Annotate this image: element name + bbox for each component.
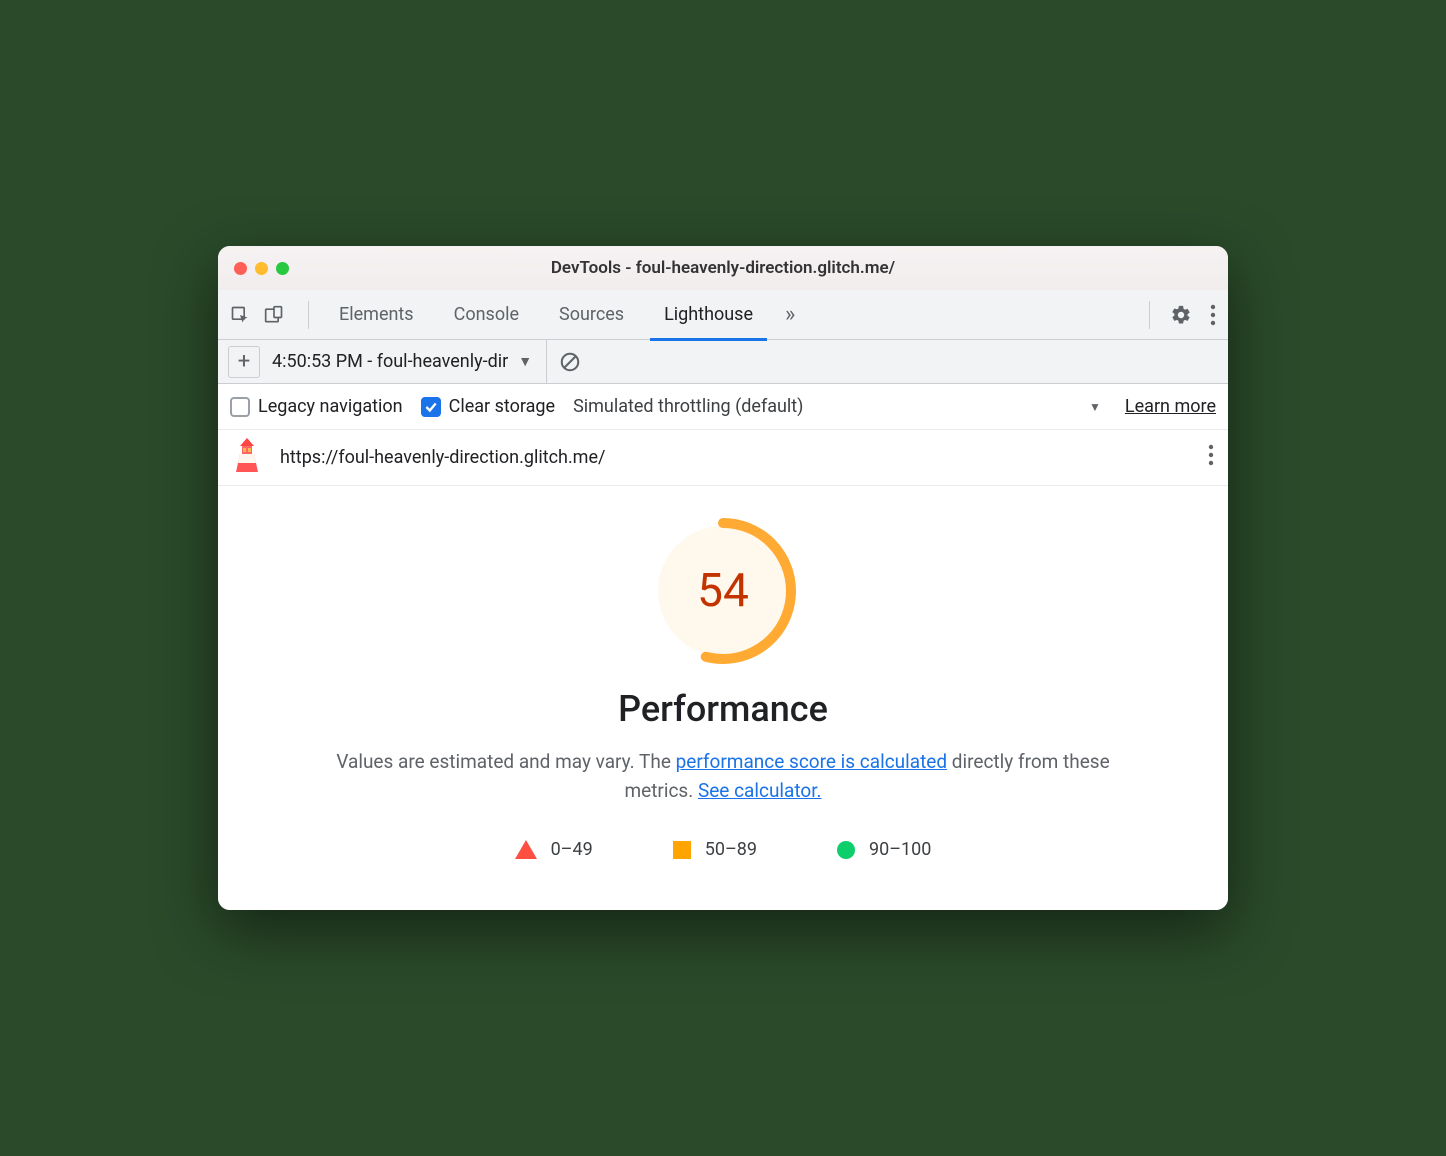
tab-console[interactable]: Console bbox=[434, 290, 539, 340]
chevron-down-icon: ▼ bbox=[518, 353, 532, 370]
legacy-navigation-label: Legacy navigation bbox=[258, 396, 403, 417]
devtools-tabbar: Elements Console Sources Lighthouse » bbox=[218, 290, 1228, 340]
see-calculator-link[interactable]: See calculator. bbox=[698, 779, 822, 802]
chevron-down-icon[interactable]: ▼ bbox=[1089, 400, 1101, 414]
legacy-navigation-option[interactable]: Legacy navigation bbox=[230, 396, 403, 417]
learn-more-link[interactable]: Learn more bbox=[1125, 396, 1216, 417]
tab-elements[interactable]: Elements bbox=[319, 290, 434, 340]
new-report-button[interactable]: + bbox=[228, 346, 260, 378]
traffic-lights bbox=[234, 262, 289, 275]
triangle-icon bbox=[515, 840, 537, 859]
report-toolbar: + 4:50:53 PM - foul-heavenly-dir ▼ bbox=[218, 340, 1228, 384]
window-title: DevTools - foul-heavenly-direction.glitc… bbox=[551, 258, 895, 278]
tab-lighthouse[interactable]: Lighthouse bbox=[644, 290, 773, 340]
lighthouse-options: Legacy navigation Clear storage Simulate… bbox=[218, 384, 1228, 430]
lighthouse-icon bbox=[232, 436, 262, 479]
checkbox-unchecked-icon[interactable] bbox=[230, 397, 250, 417]
report-url-row: https://foul-heavenly-direction.glitch.m… bbox=[218, 430, 1228, 486]
tabs-overflow-button[interactable]: » bbox=[773, 302, 807, 327]
score-legend: 0–49 50–89 90–100 bbox=[258, 839, 1188, 860]
report-url-text: https://foul-heavenly-direction.glitch.m… bbox=[280, 447, 1190, 468]
clear-report-icon[interactable] bbox=[559, 351, 581, 373]
clear-storage-option[interactable]: Clear storage bbox=[421, 396, 555, 417]
performance-gauge: 54 bbox=[648, 516, 798, 666]
report-menu-icon[interactable] bbox=[1208, 444, 1214, 471]
report-selector-label: 4:50:53 PM - foul-heavenly-dir bbox=[272, 351, 508, 372]
circle-icon bbox=[837, 841, 855, 859]
clear-storage-label: Clear storage bbox=[449, 396, 555, 417]
performance-title: Performance bbox=[258, 688, 1188, 730]
settings-icon[interactable] bbox=[1170, 304, 1192, 326]
throttling-label: Simulated throttling (default) bbox=[573, 396, 803, 417]
inspect-element-icon[interactable] bbox=[230, 305, 250, 325]
maximize-window-button[interactable] bbox=[276, 262, 289, 275]
more-options-icon[interactable] bbox=[1210, 304, 1216, 326]
device-toolbar-icon[interactable] bbox=[264, 304, 284, 326]
minimize-window-button[interactable] bbox=[255, 262, 268, 275]
close-window-button[interactable] bbox=[234, 262, 247, 275]
divider bbox=[308, 301, 309, 329]
score-calculated-link[interactable]: performance score is calculated bbox=[676, 750, 947, 773]
divider bbox=[1149, 301, 1150, 329]
performance-score: 54 bbox=[648, 516, 798, 666]
titlebar: DevTools - foul-heavenly-direction.glitc… bbox=[218, 246, 1228, 290]
performance-section: 54 Performance Values are estimated and … bbox=[218, 486, 1228, 910]
square-icon bbox=[673, 841, 691, 859]
legend-fail: 0–49 bbox=[515, 839, 593, 860]
devtools-window: DevTools - foul-heavenly-direction.glitc… bbox=[218, 246, 1228, 910]
report-selector-dropdown[interactable]: 4:50:53 PM - foul-heavenly-dir ▼ bbox=[272, 340, 547, 384]
tab-sources[interactable]: Sources bbox=[539, 290, 644, 340]
performance-description: Values are estimated and may vary. The p… bbox=[313, 748, 1133, 805]
legend-pass: 90–100 bbox=[837, 839, 931, 860]
checkbox-checked-icon[interactable] bbox=[421, 397, 441, 417]
legend-average: 50–89 bbox=[673, 839, 757, 860]
